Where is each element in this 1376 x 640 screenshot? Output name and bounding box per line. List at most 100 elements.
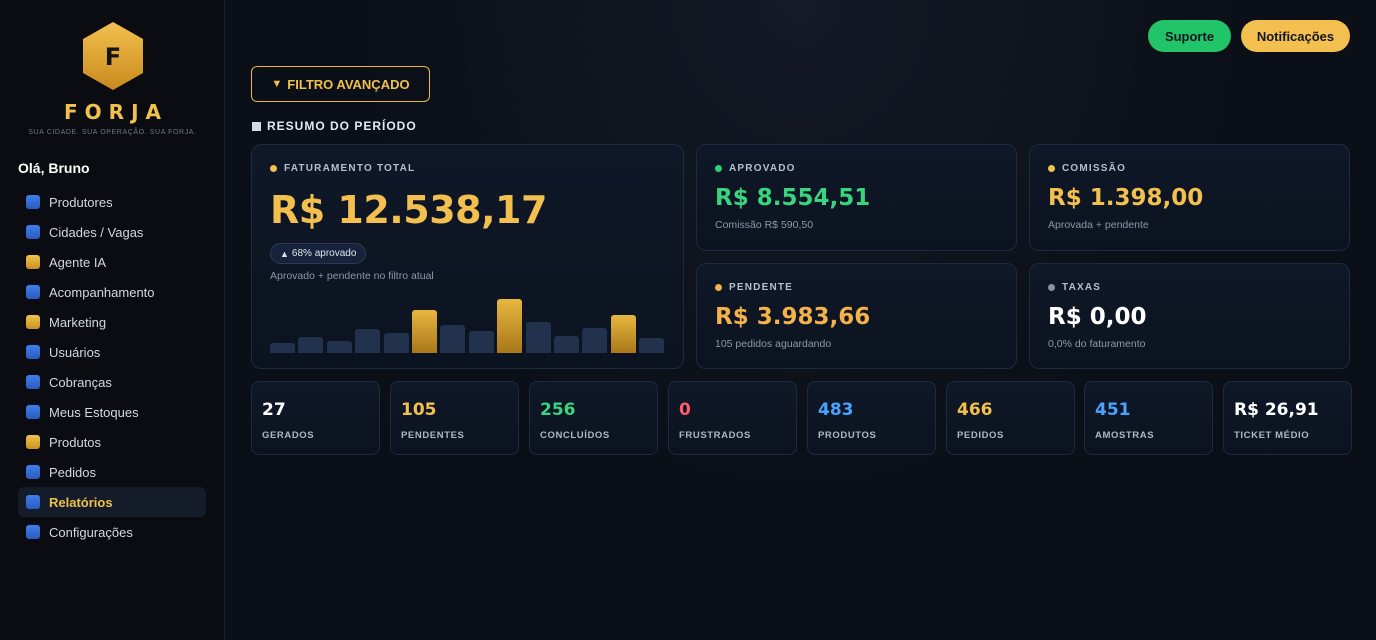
revenue-bar bbox=[554, 336, 579, 353]
sidebar-item-configura-es[interactable]: Configurações bbox=[18, 517, 206, 547]
fees-card: TAXAS R$ 0,00 0,0% do faturamento bbox=[1029, 263, 1350, 369]
advanced-filter-label: FILTRO AVANÇADO bbox=[287, 76, 410, 92]
stat-card-pendentes: 105 PENDENTES bbox=[390, 381, 519, 455]
sidebar-item-marketing[interactable]: Marketing bbox=[18, 307, 206, 337]
pending-label: PENDENTE bbox=[715, 282, 793, 293]
sidebar-item-cidades-vagas[interactable]: Cidades / Vagas bbox=[18, 217, 206, 247]
revenue-bar bbox=[440, 325, 466, 353]
sidebar-item-produtos[interactable]: Produtos bbox=[18, 427, 206, 457]
logo-letter: F bbox=[104, 43, 120, 71]
support-button[interactable]: Suporte bbox=[1148, 20, 1231, 52]
sidebar-item-label: Acompanhamento bbox=[49, 284, 155, 300]
stat-label: PENDENTES bbox=[401, 430, 465, 441]
advanced-filter-button[interactable]: ▼ FILTRO AVANÇADO bbox=[251, 66, 430, 102]
blue-square-icon bbox=[26, 285, 40, 299]
section-title-text: RESUMO DO PERÍODO bbox=[267, 119, 417, 133]
total-revenue-label: FATURAMENTO TOTAL bbox=[270, 163, 415, 174]
stat-value: 256 bbox=[540, 400, 576, 420]
blue-square-icon bbox=[26, 465, 40, 479]
stat-card-frustrados: 0 FRUSTRADOS bbox=[668, 381, 797, 455]
blue-square-icon bbox=[26, 375, 40, 389]
status-dot-icon bbox=[1048, 165, 1055, 172]
stat-value: 451 bbox=[1095, 400, 1131, 420]
blue-square-icon bbox=[26, 405, 40, 419]
stat-value: 483 bbox=[818, 400, 854, 420]
revenue-bar bbox=[610, 315, 636, 353]
sidebar-item-label: Usuários bbox=[49, 344, 101, 360]
approved-card: APROVADO R$ 8.554,51 Comissão R$ 590,50 bbox=[696, 144, 1017, 251]
stat-label: TICKET MÉDIO bbox=[1234, 430, 1310, 441]
stat-label: CONCLUÍDOS bbox=[540, 430, 610, 441]
sidebar-item-acompanhamento[interactable]: Acompanhamento bbox=[18, 277, 206, 307]
sidebar-item-label: Pedidos bbox=[49, 464, 96, 480]
approved-badge: ▲ 68% aprovado bbox=[270, 243, 367, 264]
blue-square-icon bbox=[26, 495, 40, 509]
approved-label: APROVADO bbox=[715, 163, 796, 174]
revenue-bar bbox=[270, 343, 295, 353]
revenue-bar bbox=[639, 338, 665, 353]
revenue-bar bbox=[298, 337, 324, 353]
user-greeting: Olá, Bruno bbox=[18, 160, 90, 176]
status-dot-icon bbox=[270, 165, 277, 172]
stat-card-ticket-m-dio: R$ 26,91 TICKET MÉDIO bbox=[1223, 381, 1352, 455]
stat-value: 0 bbox=[679, 400, 691, 420]
sidebar-item-agente-ia[interactable]: Agente IA bbox=[18, 247, 206, 277]
sidebar-item-cobran-as[interactable]: Cobranças bbox=[18, 367, 206, 397]
revenue-bar bbox=[383, 333, 409, 353]
revenue-mini-chart bbox=[270, 297, 666, 353]
stat-label: FRUSTRADOS bbox=[679, 430, 751, 441]
sidebar-item-usu-rios[interactable]: Usuários bbox=[18, 337, 206, 367]
sidebar-item-meus-estoques[interactable]: Meus Estoques bbox=[18, 397, 206, 427]
stat-label: GERADOS bbox=[262, 430, 315, 441]
approved-note: Comissão R$ 590,50 bbox=[715, 219, 814, 231]
triangle-down-icon: ▼ bbox=[271, 78, 283, 90]
stat-value: 27 bbox=[262, 400, 286, 420]
fees-label-text: TAXAS bbox=[1062, 282, 1102, 293]
stat-value: 466 bbox=[957, 400, 993, 420]
sidebar-item-pedidos[interactable]: Pedidos bbox=[18, 457, 206, 487]
pending-value: R$ 3.983,66 bbox=[715, 304, 871, 330]
revenue-bar bbox=[326, 341, 352, 353]
status-dot-icon bbox=[715, 165, 722, 172]
blue-square-icon bbox=[26, 525, 40, 539]
sidebar-item-label: Cobranças bbox=[49, 374, 112, 390]
status-dot-icon bbox=[1048, 284, 1055, 291]
revenue-bar bbox=[412, 310, 437, 353]
total-revenue-note: Aprovado + pendente no filtro atual bbox=[270, 270, 434, 282]
total-revenue-card: FATURAMENTO TOTAL R$ 12.538,17 ▲ 68% apr… bbox=[251, 144, 684, 369]
sidebar-item-relat-rios[interactable]: Relatórios bbox=[18, 487, 206, 517]
fees-note: 0,0% do faturamento bbox=[1048, 338, 1146, 350]
fees-label: TAXAS bbox=[1048, 282, 1101, 293]
blue-square-icon bbox=[26, 225, 40, 239]
sidebar-item-label: Produtos bbox=[49, 434, 102, 450]
fees-value: R$ 0,00 bbox=[1048, 304, 1147, 330]
sidebar-item-label: Agente IA bbox=[49, 254, 107, 270]
commission-label: COMISSÃO bbox=[1048, 163, 1126, 174]
gold-square-icon bbox=[26, 255, 40, 269]
forja-logo-icon[interactable]: F bbox=[80, 20, 146, 92]
sidebar-item-label: Relatórios bbox=[49, 494, 113, 510]
arrow-up-icon: ▲ bbox=[280, 248, 289, 259]
sidebar-item-label: Meus Estoques bbox=[49, 404, 139, 420]
sidebar-nav: Produtores Cidades / Vagas Agente IA Acompa… bbox=[18, 187, 206, 547]
notifications-button[interactable]: Notificações bbox=[1241, 20, 1350, 52]
brand-block: F FORJA SUA CIDADE. SUA OPERAÇÃO. SUA FO… bbox=[0, 20, 225, 136]
total-revenue-value: R$ 12.538,17 bbox=[270, 188, 547, 232]
approved-value: R$ 8.554,51 bbox=[715, 185, 871, 211]
gold-square-icon bbox=[26, 435, 40, 449]
commission-card: COMISSÃO R$ 1.398,00 Aprovada + pendente bbox=[1029, 144, 1350, 251]
pending-card: PENDENTE R$ 3.983,66 105 pedidos aguarda… bbox=[696, 263, 1017, 369]
stat-label: AMOSTRAS bbox=[1095, 430, 1155, 441]
stat-card-gerados: 27 GERADOS bbox=[251, 381, 380, 455]
revenue-bar bbox=[355, 329, 381, 353]
stat-card-pedidos: 466 PEDIDOS bbox=[946, 381, 1075, 455]
revenue-bar bbox=[497, 299, 523, 353]
sidebar-item-produtores[interactable]: Produtores bbox=[18, 187, 206, 217]
sidebar-item-label: Cidades / Vagas bbox=[49, 224, 144, 240]
stat-label: PRODUTOS bbox=[818, 430, 877, 441]
square-bullet-icon bbox=[252, 121, 261, 131]
commission-note: Aprovada + pendente bbox=[1048, 219, 1149, 231]
stat-value: R$ 26,91 bbox=[1234, 400, 1319, 420]
pending-label-text: PENDENTE bbox=[729, 282, 794, 293]
commission-label-text: COMISSÃO bbox=[1062, 163, 1127, 174]
